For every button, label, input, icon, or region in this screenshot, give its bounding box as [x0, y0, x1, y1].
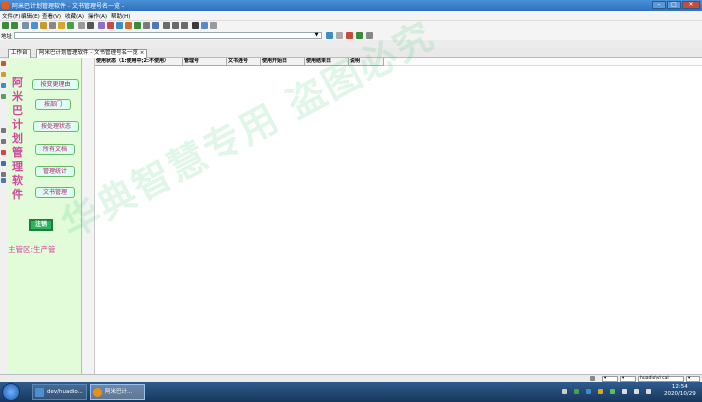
stop-icon[interactable] [22, 22, 29, 29]
app-icon [2, 2, 9, 9]
strip-tool-icon[interactable] [1, 172, 6, 177]
settings-icon[interactable] [143, 22, 150, 29]
left-icon-strip [0, 58, 7, 374]
column-header-doc-serial[interactable]: 文书连号 [227, 58, 261, 66]
menu-favorites[interactable]: 收藏(A) [65, 12, 84, 20]
binoculars-icon[interactable] [192, 22, 199, 29]
strip-folder-icon[interactable] [1, 72, 6, 77]
column-header-management-no[interactable]: 管理号 [183, 58, 227, 66]
tray-network-icon[interactable] [634, 389, 639, 394]
column-header-start-date[interactable]: 使用开始日 [261, 58, 305, 66]
window-icon[interactable] [152, 22, 159, 29]
explorer-icon [35, 388, 44, 397]
taskbar: dev/huadio... 阿米巴计... 12:54 2020/10/29 [0, 382, 702, 402]
district-label: 主管区:生产管 [8, 245, 56, 254]
fullscreen-icon[interactable] [210, 22, 217, 29]
strip-mail-icon[interactable] [1, 150, 6, 155]
search-icon[interactable] [49, 22, 56, 29]
tray-chat-icon[interactable] [610, 389, 615, 394]
address-label: 地址 [1, 34, 13, 40]
tray-keyboard-icon[interactable] [562, 389, 567, 394]
cut-icon[interactable] [163, 22, 170, 29]
management-stats-button[interactable]: 管理统计 [35, 166, 75, 177]
menubar: 文件(F) 编辑(E) 查看(V) 收藏(A) 操作(A) 帮助(H) [0, 11, 702, 21]
status-zone-icon [590, 376, 595, 381]
taskbar-item-label: 阿米巴计... [105, 389, 133, 395]
toolbar [0, 21, 702, 31]
tray-security-icon[interactable] [598, 389, 603, 394]
address-input[interactable] [14, 32, 322, 39]
minimize-button[interactable]: – [652, 1, 666, 9]
clock-date: 2020/10/29 [664, 391, 696, 397]
messenger-icon[interactable] [116, 22, 123, 29]
filter-by-department-button[interactable]: 按部门 [35, 99, 71, 110]
menu-file[interactable]: 文件(F) [2, 12, 20, 20]
filter-by-status-button[interactable]: 按处理状态 [33, 121, 79, 132]
go-icon[interactable] [326, 32, 333, 39]
window-title: 阿米巴计划管理软件 - 文书管理号名一览 - [12, 3, 125, 10]
tray-volume-icon[interactable] [646, 389, 651, 394]
forward-icon[interactable] [11, 22, 18, 29]
taskbar-clock[interactable]: 12:54 2020/10/29 [664, 384, 696, 398]
strip-user-icon[interactable] [1, 83, 6, 88]
home-icon[interactable] [40, 22, 47, 29]
menu-edit[interactable]: 编辑(E) [21, 12, 40, 20]
clock-time: 12:54 [671, 384, 688, 390]
links-icon[interactable] [134, 22, 141, 29]
menu-help[interactable]: 帮助(H) [111, 12, 130, 20]
discuss-icon[interactable] [107, 22, 114, 29]
amoeba-app-icon [93, 388, 102, 397]
nav-back-icon[interactable] [336, 32, 343, 39]
window-titlebar: 阿米巴计划管理软件 - 文书管理号名一览 - – □ ✕ [0, 0, 702, 11]
start-button[interactable] [2, 383, 20, 401]
tab-workbench[interactable]: 工作台 [8, 49, 31, 58]
taskbar-item-amoeba[interactable]: 阿米巴计... [90, 384, 145, 400]
edit-icon[interactable] [98, 22, 105, 29]
menu-actions[interactable]: 操作(A) [88, 12, 107, 20]
strip-settings-icon[interactable] [1, 178, 6, 183]
strip-home-icon[interactable] [1, 61, 6, 66]
strip-list-icon[interactable] [1, 128, 6, 133]
strip-doc-icon[interactable] [1, 94, 6, 99]
tray-network-app-icon[interactable] [586, 389, 591, 394]
address-dropdown-icon[interactable]: ▼ [312, 32, 321, 39]
all-documents-button[interactable]: 所有文档 [35, 144, 75, 155]
paste-icon[interactable] [181, 22, 188, 29]
status-bar: ▾ ▾ huadio\vl cal ▾ [0, 374, 702, 382]
tray-app-icon[interactable] [574, 389, 579, 394]
data-grid: 使用状态（1:使用中;2:不使用） 管理号 文书连号 使用开始日 使用结束日 说… [83, 58, 702, 374]
copy-icon[interactable] [172, 22, 179, 29]
mail-icon[interactable] [78, 22, 85, 29]
back-icon[interactable] [2, 22, 9, 29]
strip-chart-icon[interactable] [1, 139, 6, 144]
logout-button[interactable]: 注销 [29, 219, 53, 231]
tray-flag-icon[interactable] [622, 389, 627, 394]
sidebar-title-char: 件 [12, 188, 23, 201]
column-header-status[interactable]: 使用状态（1:使用中;2:不使用） [95, 58, 183, 66]
taskbar-item-label: dev/huadio... [47, 389, 83, 395]
tab-document-list[interactable]: 阿米巴计划管理软件 - 文书管理号名一览 × [36, 49, 148, 58]
strip-calendar-icon[interactable] [1, 161, 6, 166]
history-icon[interactable] [67, 22, 74, 29]
refresh-icon[interactable] [31, 22, 38, 29]
tools-icon[interactable] [125, 22, 132, 29]
print-icon[interactable] [87, 22, 94, 29]
taskbar-item-explorer[interactable]: dev/huadio... [32, 384, 87, 400]
favorites-icon[interactable] [58, 22, 65, 29]
filter-by-change-reason-button[interactable]: 按变更理由 [32, 79, 79, 90]
menu-view[interactable]: 查看(V) [42, 12, 61, 20]
close-button[interactable]: ✕ [682, 1, 700, 9]
maximize-button[interactable]: □ [667, 1, 681, 9]
zoom-icon[interactable] [201, 22, 208, 29]
